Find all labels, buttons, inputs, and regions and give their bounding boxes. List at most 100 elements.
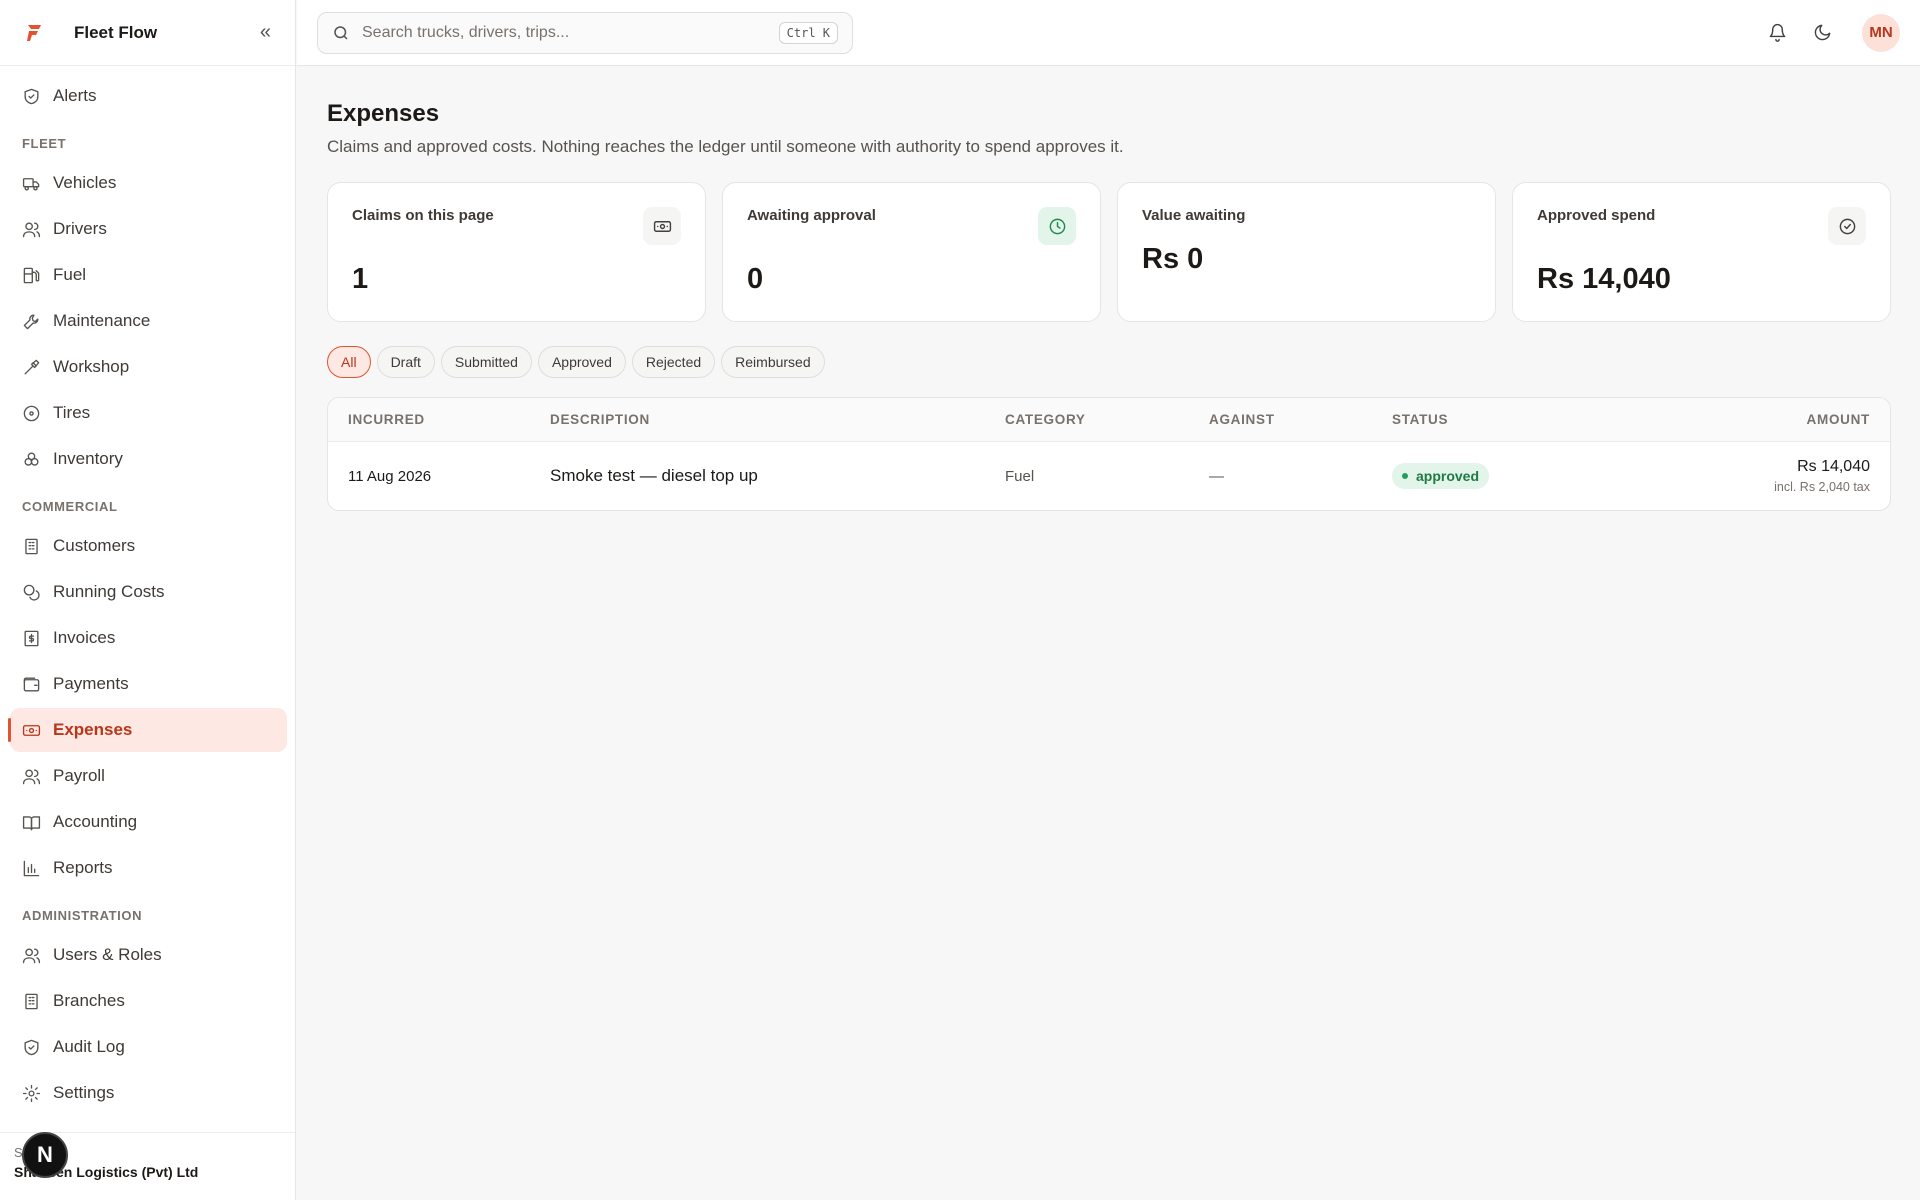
sidebar-item-drivers[interactable]: Drivers — [10, 207, 287, 251]
amount-tax-note: incl. Rs 2,040 tax — [1774, 480, 1870, 494]
sidebar-item-label: Customers — [53, 536, 136, 555]
sidebar-item-label: Vehicles — [53, 173, 117, 192]
column-header-incurred[interactable]: INCURRED — [328, 412, 550, 427]
filter-all[interactable]: All — [327, 346, 371, 378]
stat-card-label: Value awaiting — [1142, 207, 1246, 224]
stat-card-value: 1 — [352, 263, 369, 295]
search-icon — [334, 25, 348, 40]
column-header-against[interactable]: AGAINST — [1209, 412, 1392, 427]
sidebar-item-branches[interactable]: Branches — [10, 979, 287, 1023]
search-box[interactable]: Ctrl K — [317, 11, 853, 54]
cell-against: — — [1209, 467, 1224, 485]
users-icon — [22, 768, 41, 784]
sidebar-item-label: Expenses — [53, 720, 133, 739]
building-icon — [25, 538, 38, 554]
sidebar-item-expenses[interactable]: Expenses — [8, 708, 287, 752]
sidebar-item-tires[interactable]: Tires — [10, 391, 287, 435]
sidebar-item-fuel[interactable]: Fuel — [10, 253, 287, 297]
sidebar-item-vehicles[interactable]: Vehicles — [10, 161, 287, 205]
sidebar-item-label: Drivers — [53, 219, 107, 238]
status-filters: All Draft Submitted Approved Rejected Re… — [327, 346, 1891, 378]
book-open-icon — [22, 815, 41, 830]
sidebar-item-label: Alerts — [53, 86, 97, 105]
table-row[interactable]: 11 Aug 2026 Smoke test — diesel top up F… — [328, 442, 1890, 510]
sidebar-item-label: Payments — [53, 674, 129, 693]
sidebar-item-label: Running Costs — [53, 582, 165, 601]
tire-icon — [23, 405, 40, 421]
sidebar-item-reports[interactable]: Reports — [10, 846, 287, 890]
app-name: Fleet Flow — [74, 22, 158, 42]
bell-icon[interactable] — [1768, 23, 1787, 42]
users-icon — [22, 221, 41, 237]
filter-approved[interactable]: Approved — [537, 346, 626, 378]
expenses-table: INCURRED DESCRIPTION CATEGORY AGAINST ST… — [327, 397, 1891, 511]
filter-reimbursed[interactable]: Reimbursed — [721, 346, 825, 378]
sidebar-item-accounting[interactable]: Accounting — [10, 800, 287, 844]
stat-card-awaiting-approval: Awaiting approval 0 — [722, 182, 1101, 322]
status-badge: approved — [1392, 463, 1490, 489]
column-header-status[interactable]: STATUS — [1392, 412, 1692, 427]
amount-value: Rs 14,040 — [1797, 458, 1870, 475]
invoice-icon — [24, 630, 39, 646]
sidebar-item-alerts[interactable]: Alerts — [10, 74, 287, 118]
nav-section-commercial: COMMERCIAL — [22, 499, 118, 514]
table-header: INCURRED DESCRIPTION CATEGORY AGAINST ST… — [328, 398, 1890, 442]
avatar[interactable]: MN — [1862, 13, 1900, 52]
sidebar-item-label: Inventory — [53, 449, 123, 468]
stat-card-approved-spend: Approved spend Rs 14,040 — [1512, 182, 1891, 322]
sidebar-item-label: Fuel — [53, 265, 87, 284]
stat-card-label: Claims on this page — [352, 207, 494, 224]
sidebar-item-label: Reports — [53, 858, 113, 877]
fleet-flow-logo-icon — [27, 24, 41, 41]
stat-cards: Claims on this page 1 Awaiting approval … — [327, 182, 1891, 322]
collapse-sidebar-icon[interactable]: « — [260, 21, 271, 44]
cell-description: Smoke test — diesel top up — [550, 466, 758, 485]
moon-icon[interactable] — [1813, 23, 1832, 42]
dev-tools-badge[interactable]: N — [22, 1132, 68, 1178]
boxes-icon — [24, 451, 39, 466]
sidebar-item-payments[interactable]: Payments — [10, 662, 287, 706]
sidebar-item-maintenance[interactable]: Maintenance — [10, 299, 287, 343]
sidebar-item-settings[interactable]: Settings — [10, 1071, 287, 1115]
building-icon — [25, 993, 38, 1009]
sidebar-item-label: Payroll — [53, 766, 105, 785]
sidebar-item-payroll[interactable]: Payroll — [10, 754, 287, 798]
page-title: Expenses — [327, 100, 440, 127]
column-header-description[interactable]: DESCRIPTION — [550, 412, 1005, 427]
stat-card-claims: Claims on this page 1 — [327, 182, 706, 322]
sidebar-item-invoices[interactable]: Invoices — [10, 616, 287, 660]
filter-rejected[interactable]: Rejected — [631, 346, 716, 378]
status-dot-icon — [1402, 473, 1408, 479]
banknote-icon — [643, 207, 681, 245]
check-circle-icon — [1828, 207, 1866, 245]
sidebar-item-label: Maintenance — [53, 311, 151, 330]
gear-icon — [22, 1084, 41, 1102]
sidebar-item-label: Branches — [53, 991, 125, 1010]
filter-draft[interactable]: Draft — [376, 346, 435, 378]
brand: Fleet Flow « — [0, 0, 295, 66]
column-header-category[interactable]: CATEGORY — [1005, 412, 1209, 427]
sidebar-item-users-roles[interactable]: Users & Roles — [10, 933, 287, 977]
stat-card-value: Rs 14,040 — [1537, 263, 1671, 295]
topbar-actions: MN — [1768, 13, 1900, 52]
column-header-amount[interactable]: AMOUNT — [1692, 412, 1890, 427]
sidebar-item-audit-log[interactable]: Audit Log — [10, 1025, 287, 1069]
sidebar-item-customers[interactable]: Customers — [10, 524, 287, 568]
main-content: Expenses Claims and approved costs. Noth… — [327, 66, 1891, 511]
sidebar-item-inventory[interactable]: Inventory — [10, 437, 287, 481]
clock-icon — [1038, 207, 1076, 245]
page-subtitle: Claims and approved costs. Nothing reach… — [327, 137, 1124, 156]
cell-incurred: 11 Aug 2026 — [348, 467, 432, 485]
sidebar-item-running-costs[interactable]: Running Costs — [10, 570, 287, 614]
hammer-icon — [24, 359, 40, 375]
sidebar: Fleet Flow « Alerts FLEET Vehicles Drive… — [0, 0, 296, 1200]
wrench-icon — [23, 313, 39, 329]
sidebar-item-label: Invoices — [53, 628, 116, 647]
sidebar-item-workshop[interactable]: Workshop — [10, 345, 287, 389]
sidebar-item-label: Tires — [53, 403, 91, 422]
topbar: Ctrl K MN — [297, 0, 1920, 66]
fuel-pump-icon — [23, 267, 40, 283]
sidebar-item-label: Settings — [53, 1083, 115, 1102]
search-input[interactable] — [362, 23, 779, 42]
filter-submitted[interactable]: Submitted — [440, 346, 532, 378]
